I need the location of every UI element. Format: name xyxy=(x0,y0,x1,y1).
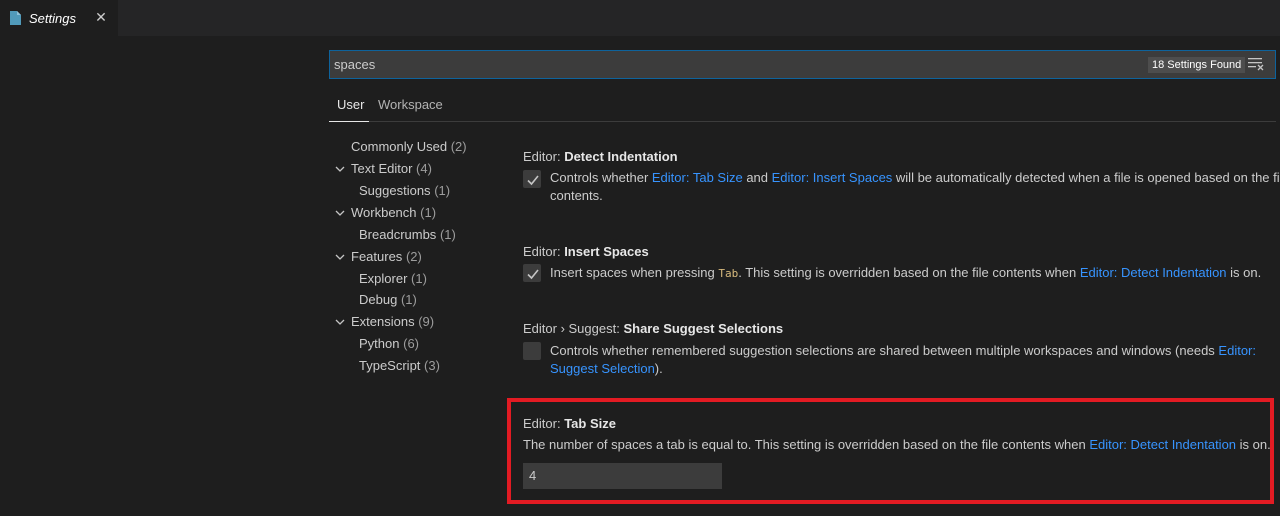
settings-tab[interactable]: Settings ✕ xyxy=(0,0,118,36)
file-icon xyxy=(10,11,21,25)
chevron-down-icon[interactable] xyxy=(335,208,345,218)
setting-title-tab-size: Editor: Tab Size xyxy=(523,416,616,431)
chevron-down-icon[interactable] xyxy=(335,317,345,327)
toc-item-workbench[interactable]: Workbench (1) xyxy=(335,202,436,224)
setting-desc-share-suggest-selections: Controls whether remembered suggestion s… xyxy=(550,343,1256,376)
toc-item-extensions[interactable]: Extensions (9) xyxy=(335,311,434,333)
tab-title: Settings xyxy=(29,10,76,26)
code-tab: Tab xyxy=(718,267,739,280)
chevron-down-icon[interactable] xyxy=(335,164,345,174)
chevron-down-icon[interactable] xyxy=(335,252,345,262)
toc-item-typescript[interactable]: TypeScript (3) xyxy=(359,355,440,377)
toc-item-breadcrumbs[interactable]: Breadcrumbs (1) xyxy=(359,224,456,246)
toc-item-features[interactable]: Features (2) xyxy=(335,246,422,268)
toc-item-debug[interactable]: Debug (1) xyxy=(359,289,417,311)
toc-item-commonly-used[interactable]: Commonly Used (2) xyxy=(351,136,467,158)
link-detect-indentation-2[interactable]: Editor: Detect Indentation xyxy=(1089,437,1236,452)
setting-title-insert-spaces: Editor: Insert Spaces xyxy=(523,244,649,259)
link-detect-indentation[interactable]: Editor: Detect Indentation xyxy=(1080,265,1227,280)
search-input[interactable]: spaces xyxy=(334,51,1034,78)
setting-desc-detect-indentation: Controls whether Editor: Tab Size and Ed… xyxy=(550,170,1280,203)
link-suggest-selection[interactable]: Editor: xyxy=(1218,343,1256,358)
setting-desc-tab-size: The number of spaces a tab is equal to. … xyxy=(523,437,1271,452)
setting-title-detect-indentation: Editor: Detect Indentation xyxy=(523,149,678,164)
check-icon xyxy=(527,175,539,186)
link-insert-spaces[interactable]: Editor: Insert Spaces xyxy=(772,170,893,185)
tab-size-input[interactable]: 4 xyxy=(523,463,722,489)
link-suggest-selection-cont[interactable]: Suggest Selection xyxy=(550,361,655,376)
toc-item-text-editor[interactable]: Text Editor (4) xyxy=(335,158,432,180)
share-suggest-selections-checkbox[interactable] xyxy=(523,342,541,360)
toc-item-suggestions[interactable]: Suggestions (1) xyxy=(359,180,450,202)
toc-item-explorer[interactable]: Explorer (1) xyxy=(359,268,427,290)
link-tab-size[interactable]: Editor: Tab Size xyxy=(652,170,743,185)
check-icon xyxy=(527,269,539,280)
toc-item-python[interactable]: Python (6) xyxy=(359,333,419,355)
results-count-badge: 18 Settings Found xyxy=(1148,57,1246,73)
settings-search-box[interactable]: spaces 18 Settings Found xyxy=(329,50,1276,79)
tab-workspace[interactable]: Workspace xyxy=(378,92,443,122)
editor-tab-bar: Settings ✕ xyxy=(0,0,1280,36)
tab-user[interactable]: User xyxy=(329,92,369,122)
detect-indentation-checkbox[interactable] xyxy=(523,170,541,188)
insert-spaces-checkbox[interactable] xyxy=(523,264,541,282)
setting-title-share-suggest-selections: Editor › Suggest: Share Suggest Selectio… xyxy=(523,321,784,336)
scope-tabs: User Workspace xyxy=(329,92,1276,122)
close-icon[interactable]: ✕ xyxy=(94,10,108,26)
setting-desc-insert-spaces: Insert spaces when pressing Tab. This se… xyxy=(550,265,1262,280)
clear-filter-icon[interactable] xyxy=(1248,57,1264,71)
